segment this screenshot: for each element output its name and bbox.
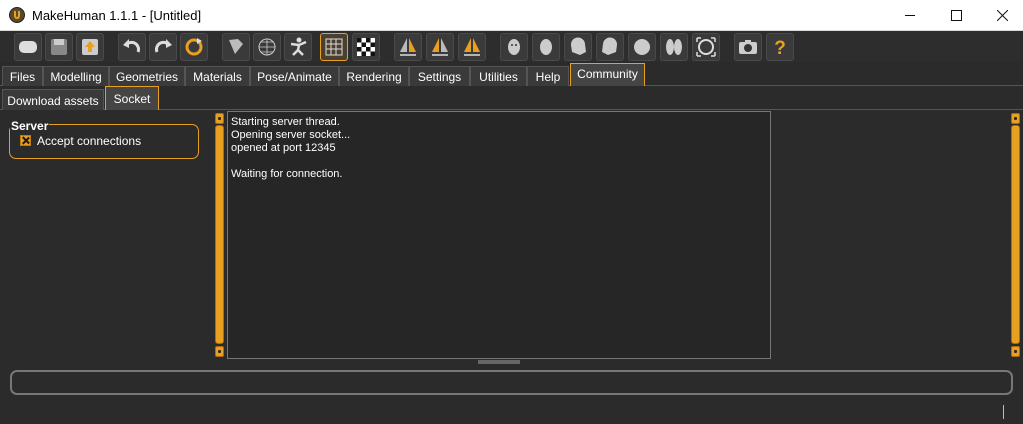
export-icon [82,39,98,55]
status-bar [10,370,1013,395]
smooth-icon [229,39,243,54]
size-grip[interactable] [1003,405,1004,419]
save-button[interactable] [45,33,73,61]
log-line: Starting server thread. [231,116,340,128]
screenshot-button[interactable] [734,33,762,61]
help-button[interactable]: ? [766,33,794,61]
server-log-console[interactable]: Starting server thread. Opening server s… [227,111,771,359]
right-view-head-icon [602,37,618,55]
server-group-title: Server [10,119,50,133]
checkerboard-icon [357,38,375,56]
makehuman-logo-icon [9,7,25,23]
checker-background-button[interactable] [352,33,380,61]
left-panel-scroll-down[interactable] [215,346,224,357]
redo-button[interactable] [149,33,177,61]
tab-modelling[interactable]: Modelling [43,66,109,86]
tab-pose-animate[interactable]: Pose/Animate [250,66,339,86]
grid-icon [325,38,343,56]
grid-button[interactable] [320,33,348,61]
export-button[interactable] [76,33,104,61]
maximize-icon [950,10,962,21]
bottom-view-button[interactable] [660,33,688,61]
pose-figure-icon [290,37,307,56]
log-line: Waiting for connection. [231,168,343,180]
front-view-button[interactable] [500,33,528,61]
tab-help[interactable]: Help [527,66,569,86]
reset-button[interactable] [180,33,208,61]
symmetry-left-icon [432,38,448,56]
reset-icon [185,38,203,56]
symmetry-left-button[interactable] [426,33,454,61]
reset-camera-button[interactable] [692,33,720,61]
svg-text:?: ? [774,38,786,58]
left-view-head-icon [570,37,586,55]
top-view-head-icon [634,39,650,55]
back-view-head-icon [540,39,552,55]
front-view-face-icon [508,39,520,55]
tab-socket[interactable]: Socket [105,86,159,110]
main-tab-bar: Files Modelling Geometries Materials Pos… [0,63,1023,86]
tab-settings[interactable]: Settings [409,66,470,86]
wireframe-icon [258,38,276,56]
left-view-button[interactable] [564,33,592,61]
save-icon [51,39,67,55]
minimize-button[interactable] [887,0,933,31]
log-line: Opening server socket... [231,129,351,141]
tab-materials[interactable]: Materials [185,66,250,86]
tab-utilities[interactable]: Utilities [470,66,527,86]
sub-tab-bar: Download assets Socket [0,86,1023,110]
server-group-box: Server Accept connections [9,119,199,159]
close-icon [996,10,1008,21]
pose-button[interactable] [284,33,312,61]
tab-community[interactable]: Community [570,63,645,86]
tab-files[interactable]: Files [2,66,43,86]
right-panel-scroll-down[interactable] [1011,346,1020,357]
title-bar: MakeHuman 1.1.1 - [Untitled] [0,0,1023,31]
main-toolbar: ? [0,31,1023,62]
right-panel-scrollbar[interactable] [1011,125,1020,344]
undo-icon [123,39,140,53]
left-panel-scrollbar[interactable] [215,125,224,344]
reset-camera-icon [696,37,716,57]
accept-connections-label[interactable]: Accept connections [37,134,141,148]
back-view-button[interactable] [532,33,560,61]
top-view-button[interactable] [628,33,656,61]
tab-download-assets[interactable]: Download assets [2,89,104,110]
tab-geometries[interactable]: Geometries [109,66,185,86]
symmetry-button[interactable] [458,33,486,61]
symmetry-right-icon [400,38,416,56]
symmetry-right-button[interactable] [394,33,422,61]
redo-icon [155,39,172,53]
minimize-icon [905,15,915,16]
right-panel-scroll-up[interactable] [1011,113,1020,124]
new-model-icon [19,41,37,53]
log-line: opened at port 12345 [231,142,336,154]
smooth-button[interactable] [222,33,250,61]
tab-rendering[interactable]: Rendering [339,66,409,86]
wireframe-button[interactable] [253,33,281,61]
close-button[interactable] [979,0,1023,31]
new-model-button[interactable] [14,33,42,61]
window-title: MakeHuman 1.1.1 - [Untitled] [32,8,202,23]
left-panel-scroll-up[interactable] [215,113,224,124]
camera-icon [739,40,757,54]
maximize-button[interactable] [933,0,979,31]
right-view-button[interactable] [596,33,624,61]
accept-connections-checkbox[interactable] [20,135,31,146]
help-question-icon: ? [774,38,786,58]
undo-button[interactable] [118,33,146,61]
symmetry-icon [464,38,480,56]
console-resize-handle[interactable] [478,360,520,364]
bottom-view-icon [666,39,682,55]
